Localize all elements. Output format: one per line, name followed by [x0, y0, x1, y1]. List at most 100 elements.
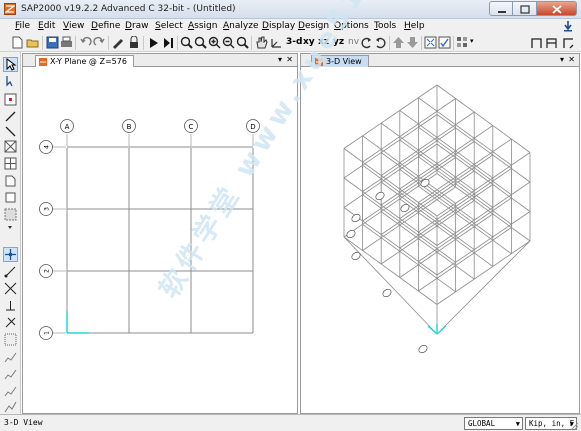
tab-3d-view[interactable]: 3-D View [311, 55, 369, 67]
view-nv-button[interactable]: nv [348, 37, 359, 47]
coord-system-select[interactable]: GLOBAL ▼ [464, 417, 523, 430]
display-options-dropdown-icon[interactable]: ▾ [470, 37, 474, 45]
set-view-icon[interactable] [270, 36, 283, 49]
minimize-button[interactable] [489, 1, 513, 16]
menu-analyze[interactable]: Analyze [223, 21, 258, 31]
reshape-icon[interactable] [4, 75, 17, 88]
redo-icon[interactable] [93, 36, 106, 49]
view-3d-button[interactable]: 3-d [286, 37, 302, 47]
window-icon [315, 58, 323, 66]
menu-help[interactable]: Help [404, 21, 425, 31]
draw-cable-icon[interactable] [4, 125, 17, 138]
grid-bubble[interactable] [417, 344, 428, 355]
menu-define[interactable]: Define [91, 21, 120, 31]
rotate-view-icon[interactable] [360, 36, 373, 49]
display-options-icon[interactable] [456, 36, 469, 49]
tab-dropdown-icon[interactable]: ▾ [278, 55, 282, 64]
new-file-icon[interactable] [11, 36, 24, 49]
frame-member [399, 139, 494, 208]
save-icon[interactable] [46, 36, 59, 49]
tab-xy-plane[interactable]: X-Y Plane @ Z=576 [35, 55, 134, 67]
menu-edit[interactable]: Edit [38, 21, 55, 31]
zoom-in-icon[interactable] [208, 36, 221, 49]
snap-perpendicular-icon[interactable] [4, 299, 17, 312]
frame-section-icon[interactable] [530, 36, 543, 49]
grid-bubble[interactable] [350, 251, 361, 262]
view-yz-button[interactable]: yz [333, 37, 344, 47]
menu-tools[interactable]: Tools [374, 21, 396, 31]
frame-member [418, 97, 512, 166]
menu-assign[interactable]: Assign [188, 21, 217, 31]
menu-display[interactable]: Display [262, 21, 295, 31]
grid-bubble[interactable] [399, 203, 410, 214]
lock-icon[interactable] [127, 36, 140, 49]
restraint-icon[interactable] [545, 36, 558, 49]
menu-view[interactable]: View [63, 21, 84, 31]
more-tools-arrow-icon[interactable] [4, 225, 17, 231]
zoom-previous-icon[interactable] [194, 36, 207, 49]
select-all-arrow-icon[interactable] [4, 400, 17, 413]
undo-icon[interactable] [79, 36, 92, 49]
snap-lines-icon[interactable] [4, 316, 17, 329]
menu-draw[interactable]: Draw [125, 21, 149, 31]
move-up-icon[interactable] [392, 36, 405, 49]
show-all-icon[interactable] [438, 36, 451, 49]
select-all-icon[interactable] [4, 350, 17, 363]
zoom-out-icon[interactable] [222, 36, 235, 49]
menu-file[interactable]: File [15, 21, 30, 31]
print-icon[interactable] [60, 36, 73, 49]
get-previous-selection-icon[interactable] [4, 367, 17, 380]
3d-view-window[interactable]: 3-D View ▾ ✕ [300, 53, 580, 414]
joint-icon[interactable] [562, 36, 575, 49]
tab-close-icon[interactable]: ✕ [568, 55, 575, 64]
tab-close-icon[interactable]: ✕ [286, 55, 293, 64]
3d-view-canvas[interactable] [301, 68, 579, 413]
units-select[interactable]: Kip, in, F ▼ [525, 417, 577, 430]
resize-grip-icon[interactable] [571, 422, 579, 430]
menu-select[interactable]: Select [155, 21, 183, 31]
view-xz-button[interactable]: xz [318, 37, 329, 47]
close-button[interactable] [537, 1, 577, 16]
frame-member [436, 181, 531, 246]
open-folder-icon[interactable] [26, 36, 39, 49]
draw-brace-icon[interactable] [4, 140, 17, 153]
pointer-icon[interactable] [3, 57, 18, 72]
snap-ends-icon[interactable] [4, 265, 17, 278]
grid-label-x: D [250, 123, 255, 131]
xy-plane-window[interactable]: X-Y Plane @ Z=576 ▾ ✕ A B C D 4 3 2 1 [22, 53, 298, 414]
zoom-restore-icon[interactable] [236, 36, 249, 49]
grid-bubble[interactable] [381, 288, 392, 299]
run-now-icon[interactable] [162, 36, 175, 49]
frame-member [436, 84, 531, 153]
move-down-icon[interactable] [406, 36, 419, 49]
xy-plane-canvas[interactable]: A B C D 4 3 2 1 [23, 68, 297, 413]
draw-area-icon[interactable] [4, 157, 17, 170]
quick-draw-area-icon[interactable] [4, 208, 17, 221]
draw-frame-icon[interactable] [4, 110, 17, 123]
refresh-view-icon[interactable] [374, 36, 387, 49]
grid-bubble[interactable] [345, 229, 356, 240]
zoom-window-icon[interactable] [180, 36, 193, 49]
snap-fine-grid-icon[interactable] [4, 333, 17, 346]
coord-system-value: GLOBAL [468, 419, 496, 428]
grid-bubble[interactable] [350, 213, 361, 224]
draw-joint-icon[interactable] [4, 93, 17, 106]
grid-bubble[interactable] [374, 191, 385, 202]
menu-design[interactable]: Design [298, 21, 329, 31]
draw-rect-area-icon[interactable] [4, 191, 17, 204]
download-arrow-icon[interactable] [563, 21, 573, 32]
maximize-button[interactable] [513, 1, 537, 16]
draw-poly-area-icon[interactable] [4, 174, 17, 187]
clear-selection-icon[interactable] [4, 384, 17, 397]
object-shrink-icon[interactable] [424, 36, 437, 49]
pencil-icon[interactable] [111, 36, 124, 49]
view-xy-button[interactable]: xy [303, 37, 315, 47]
tab-dropdown-icon[interactable]: ▾ [560, 55, 564, 64]
grid-label-y: 3 [44, 207, 51, 211]
run-analysis-icon[interactable] [147, 36, 160, 49]
menu-options[interactable]: Options [334, 21, 369, 31]
window-controls [489, 1, 577, 17]
snap-intersections-icon[interactable] [4, 282, 17, 295]
snap-points-icon[interactable] [3, 247, 18, 262]
pan-hand-icon[interactable] [255, 36, 268, 49]
